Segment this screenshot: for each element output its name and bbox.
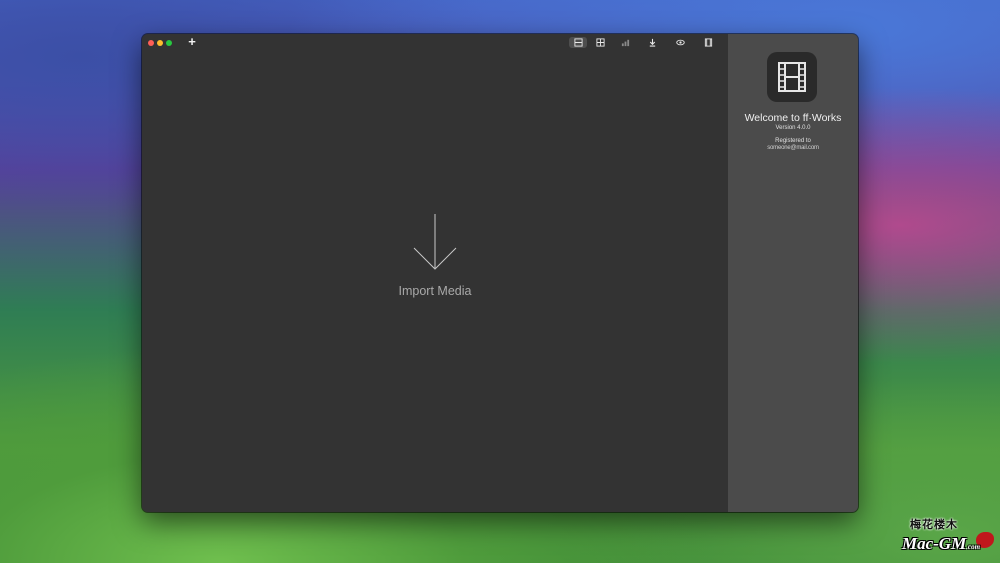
close-button[interactable] [148,40,154,46]
import-drop-zone[interactable]: Import Media [385,212,485,307]
info-sidebar: Welcome to ff·Works Version 4.0.0 Regist… [728,34,858,512]
film-icon[interactable] [699,37,717,48]
watermark-text: Mac-GM [902,534,967,553]
watermark-suffix: .com [966,543,981,551]
media-pane[interactable]: + Import Media [142,34,728,512]
welcome-title: Welcome to ff·Works [744,112,842,124]
minimize-button[interactable] [157,40,163,46]
app-icon [767,52,817,102]
site-watermark: 梅花楼木 Mac-GM.com [896,512,996,562]
chart-icon[interactable] [616,37,634,48]
grid-icon[interactable] [591,37,609,48]
window-controls [148,40,172,46]
registered-email: someone@mail.com [767,145,819,151]
app-window: + Import Media Welcome to ff·Works Versi… [142,34,858,512]
watermark-chinese: 梅花楼木 [910,519,958,531]
film-strip-icon [778,62,806,92]
download-icon[interactable] [643,37,661,48]
add-media-button[interactable]: + [186,35,198,48]
layout-icon[interactable] [569,37,587,48]
version-label: Version 4.0.0 [775,125,811,131]
import-media-label: Import Media [398,284,472,298]
registered-label: Registered to [775,138,811,144]
zoom-button[interactable] [166,40,172,46]
eye-icon[interactable] [671,37,689,48]
arrow-down-icon [413,214,457,270]
watermark-logo: Mac-GM.com [902,534,980,554]
